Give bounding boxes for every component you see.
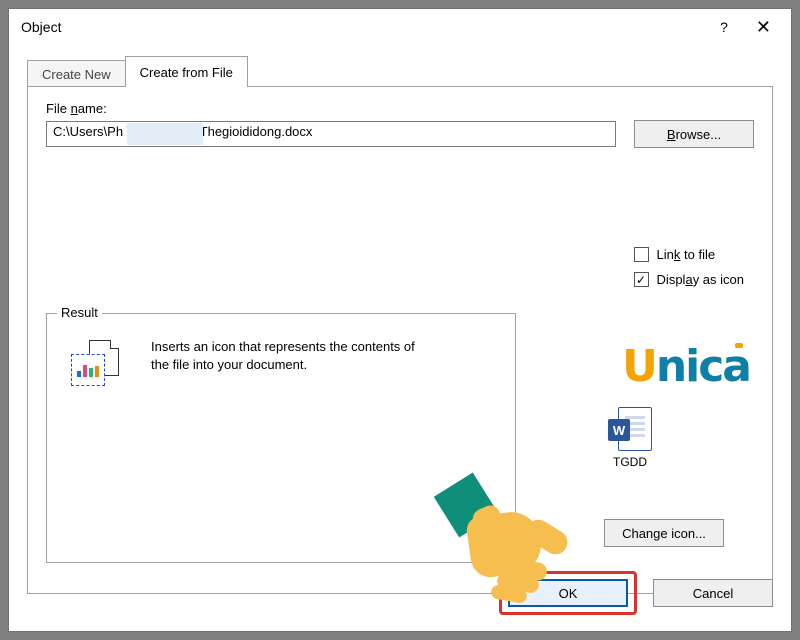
tab-create-from-file[interactable]: Create from File	[125, 56, 248, 87]
preview-icon-block: W TGDD	[600, 407, 660, 469]
file-name-label: File name:	[46, 101, 754, 116]
tab-panel: File name: C:\Users\Ph \Documents\Thegio…	[27, 86, 773, 594]
result-legend: Result	[57, 305, 102, 320]
object-dialog: Object ? ✕ Create New Create from File F…	[8, 8, 792, 632]
display-as-icon-checkbox[interactable]: ✓	[634, 272, 649, 287]
titlebar-controls: ? ✕	[720, 17, 783, 38]
unica-watermark: Unica	[622, 341, 750, 392]
display-as-icon-label: Display as icon	[657, 272, 744, 287]
help-button[interactable]: ?	[720, 19, 728, 35]
icon-caption: TGDD	[600, 455, 660, 469]
dialog-title: Object	[17, 19, 61, 35]
result-description: Inserts an icon that represents the cont…	[151, 338, 431, 373]
result-illustration-icon	[71, 338, 123, 390]
result-group: Result Inserts an icon that represents t…	[46, 313, 516, 563]
options-group: Link to file ✓ Display as icon	[634, 247, 744, 287]
word-badge-letter: W	[608, 419, 630, 441]
link-to-file-checkbox[interactable]	[634, 247, 649, 262]
dialog-titlebar: Object ? ✕	[9, 9, 791, 45]
browse-button[interactable]: Browse...	[634, 120, 754, 148]
redaction-block	[127, 123, 203, 145]
close-icon[interactable]: ✕	[752, 17, 775, 38]
change-icon-button[interactable]: Change icon...	[604, 519, 724, 547]
tab-create-new[interactable]: Create New	[27, 60, 126, 87]
pointer-hand-annotation	[449, 491, 567, 611]
link-to-file-label: Link to file	[657, 247, 716, 262]
tab-strip: Create New Create from File	[27, 51, 773, 87]
file-name-input[interactable]: C:\Users\Ph \Documents\Thegioididong.doc…	[46, 121, 616, 147]
word-file-icon: W	[608, 407, 652, 451]
cancel-button[interactable]: Cancel	[653, 579, 773, 607]
